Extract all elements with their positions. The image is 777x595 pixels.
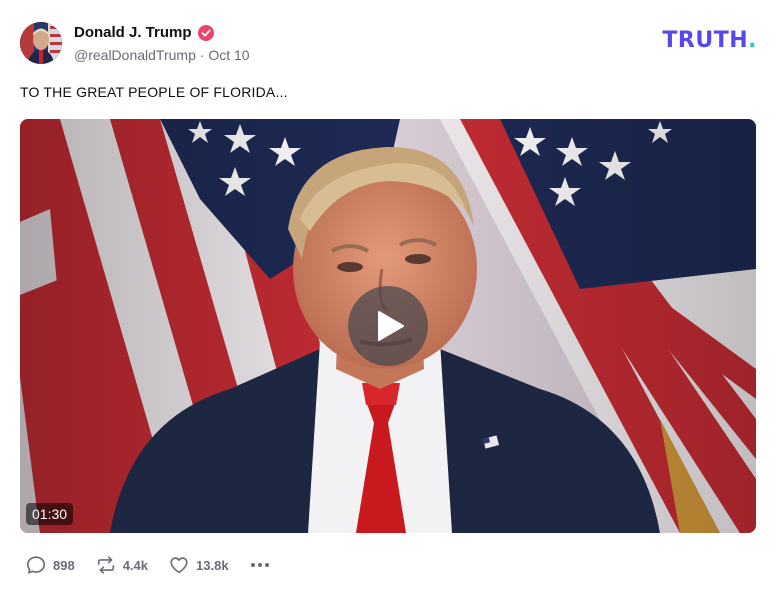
truth-logo-dot: .: [748, 28, 757, 53]
retruth-count: 4.4k: [122, 557, 149, 573]
truth-logo[interactable]: TRUTH.: [662, 28, 757, 53]
play-button[interactable]: [348, 286, 428, 366]
truth-logo-text: TRUTH: [662, 28, 749, 53]
repost-icon: [97, 556, 114, 574]
post-text: TO THE GREAT PEOPLE OF FLORIDA...: [20, 84, 288, 100]
comment-icon: [26, 556, 46, 574]
post-actions: 898 4.4k 13.8k: [25, 553, 271, 577]
reply-button[interactable]: 898: [25, 554, 75, 576]
author-name[interactable]: Donald J. Trump: [74, 24, 192, 41]
play-icon: [378, 311, 404, 341]
author-handle[interactable]: @realDonaldTrump: [74, 47, 196, 63]
avatar[interactable]: [20, 22, 62, 64]
video-duration: 01:30: [26, 503, 74, 525]
avatar-image: [20, 22, 62, 64]
reply-count: 898: [53, 557, 75, 573]
retruth-button[interactable]: 4.4k: [95, 554, 148, 576]
heart-icon: [170, 557, 188, 574]
post-date[interactable]: Oct 10: [208, 47, 249, 63]
verified-badge-icon: [197, 24, 214, 41]
post-meta: @realDonaldTrump · Oct 10: [74, 47, 250, 63]
like-button[interactable]: 13.8k: [168, 554, 229, 576]
video-player[interactable]: 01:30: [20, 119, 756, 533]
like-count: 13.8k: [196, 557, 229, 573]
more-horizontal-icon: [250, 563, 269, 567]
post-header: Donald J. Trump @realDonaldTrump · Oct 1…: [20, 20, 757, 68]
more-button[interactable]: [249, 554, 271, 576]
